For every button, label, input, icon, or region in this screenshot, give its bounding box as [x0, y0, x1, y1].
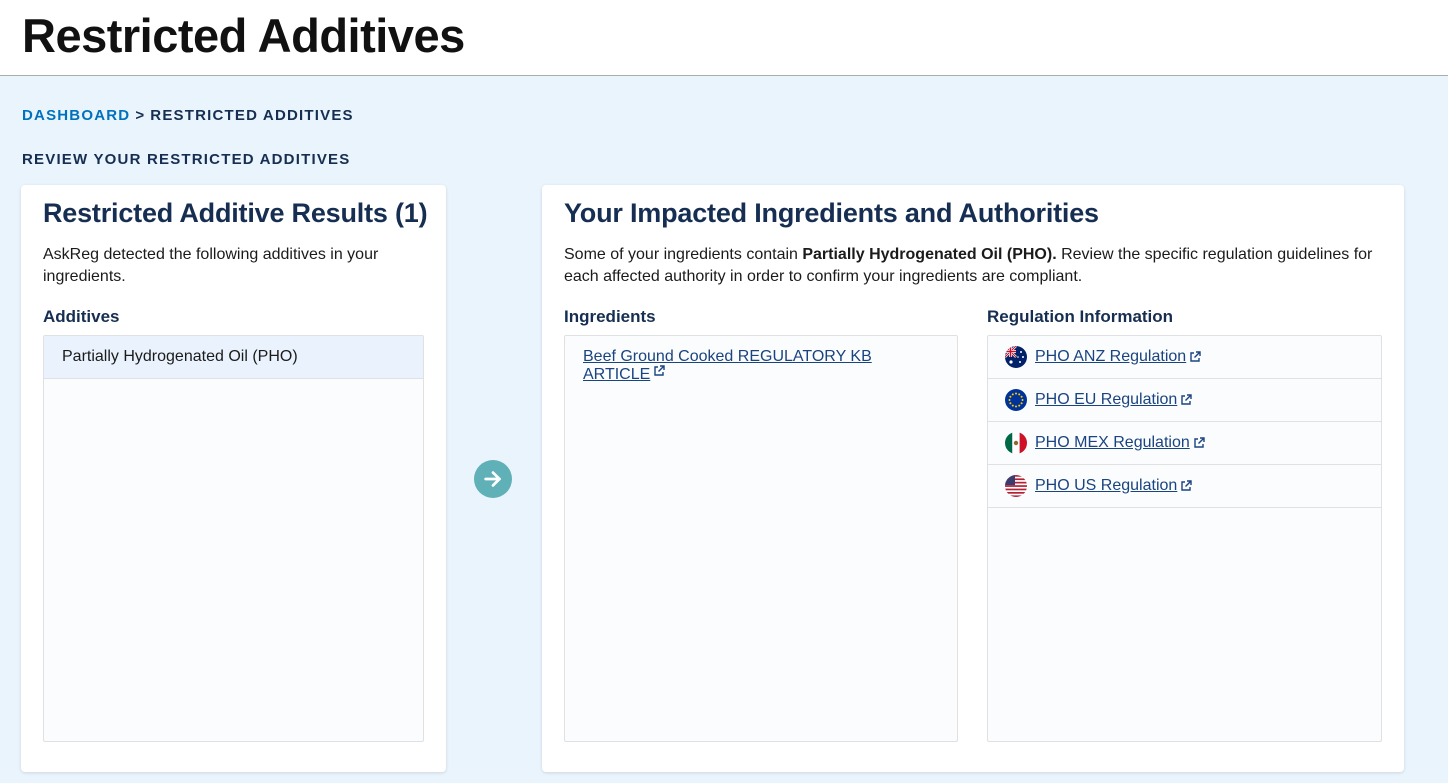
page-title: Restricted Additives — [22, 9, 465, 62]
additive-results-description: AskReg detected the following additives … — [43, 246, 379, 285]
regulations-list: PHO ANZ Regulation PHO EU Regulation PHO… — [987, 335, 1382, 742]
regulation-link-eu[interactable]: PHO EU Regulation — [1035, 391, 1177, 409]
ingredient-link[interactable]: Beef Ground Cooked REGULATORY KB ARTICLE — [583, 348, 872, 383]
additive-results-title: Restricted Additive Results (1) — [43, 198, 428, 228]
external-link-icon — [654, 365, 665, 376]
breadcrumb: Dashboard > Restricted Additives — [22, 107, 354, 124]
arrow-right-circle-icon — [474, 460, 512, 498]
external-link-icon — [1194, 436, 1205, 448]
impacted-ingredients-title: Your Impacted Ingredients and Authoritie… — [564, 198, 1099, 228]
external-link-icon — [1190, 350, 1201, 362]
impacted-ingredients-card: Your Impacted Ingredients and Authoritie… — [542, 185, 1404, 772]
impacted-ingredients-description: Some of your ingredients contain Partial… — [564, 244, 1389, 288]
ingredients-list: Beef Ground Cooked REGULATORY KB ARTICLE — [564, 335, 958, 742]
additives-label: Additives — [43, 307, 120, 326]
additives-list: Partially Hydrogenated Oil (PHO) — [43, 335, 424, 742]
regulation-item-us: PHO US Regulation — [988, 465, 1381, 508]
australia-flag-icon — [1005, 346, 1027, 368]
ingredient-item: Beef Ground Cooked REGULATORY KB ARTICLE — [565, 336, 957, 396]
desc-bold: Partially Hydrogenated Oil (PHO). — [802, 246, 1057, 263]
regulation-link-us[interactable]: PHO US Regulation — [1035, 477, 1177, 495]
us-flag-icon — [1005, 475, 1027, 497]
regulation-item-anz: PHO ANZ Regulation — [988, 336, 1381, 379]
breadcrumb-current: Restricted Additives — [150, 107, 354, 124]
eu-flag-icon — [1005, 389, 1027, 411]
desc-prefix: Some of your ingredients contain — [564, 246, 803, 263]
external-link-icon — [1181, 479, 1192, 491]
breadcrumb-dashboard-link[interactable]: Dashboard — [22, 107, 130, 124]
additive-item[interactable]: Partially Hydrogenated Oil (PHO) — [44, 336, 423, 379]
regulation-item-mex: PHO MEX Regulation — [988, 422, 1381, 465]
mexico-flag-icon — [1005, 432, 1027, 454]
additive-results-card: Restricted Additive Results (1) AskReg d… — [21, 185, 446, 772]
page-header: Restricted Additives — [0, 0, 1448, 76]
regulation-item-eu: PHO EU Regulation — [988, 379, 1381, 422]
regulation-link-anz[interactable]: PHO ANZ Regulation — [1035, 348, 1186, 366]
regulation-link-mex[interactable]: PHO MEX Regulation — [1035, 434, 1190, 452]
external-link-icon — [1181, 393, 1192, 405]
ingredients-label: Ingredients — [564, 307, 656, 326]
section-label: Review Your Restricted Additives — [22, 151, 351, 168]
breadcrumb-separator: > — [135, 107, 146, 124]
regulation-info-label: Regulation Information — [987, 307, 1174, 326]
